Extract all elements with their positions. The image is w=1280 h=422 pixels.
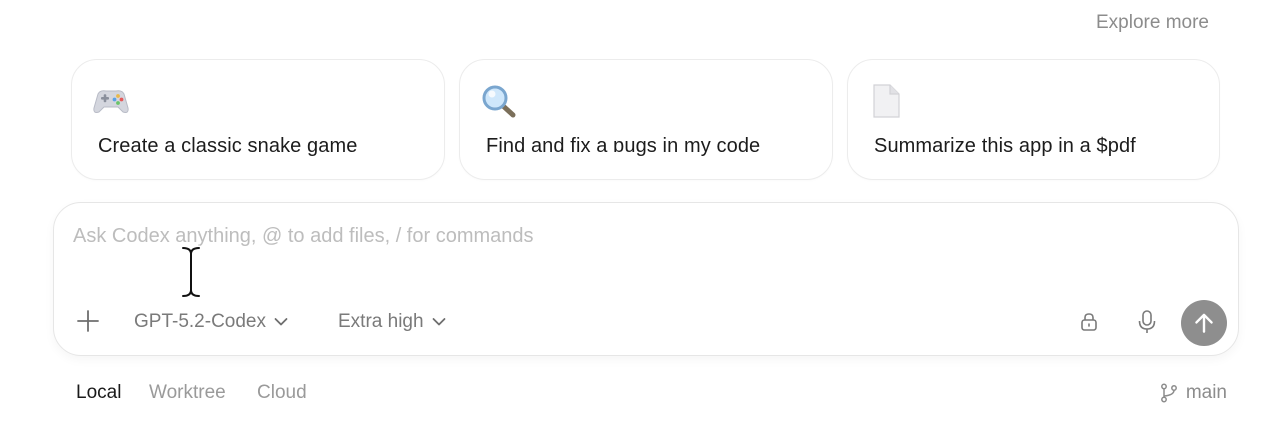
chevron-down-icon <box>274 318 288 326</box>
tab-worktree[interactable]: Worktree <box>149 382 226 404</box>
explore-more-link[interactable]: Explore more <box>1096 12 1209 34</box>
reasoning-effort-selector[interactable]: Extra high <box>338 310 446 334</box>
send-button[interactable] <box>1181 300 1227 346</box>
chevron-down-icon <box>432 318 445 326</box>
prompt-input[interactable] <box>73 225 1173 248</box>
suggestion-label: Summarize this app in a $pdf <box>874 135 1136 157</box>
plus-icon[interactable] <box>76 309 100 333</box>
prompt-composer: GPT-5.2-Codex Extra high <box>53 202 1239 356</box>
branch-name: main <box>1185 382 1227 403</box>
arrow-up-icon <box>1195 313 1213 333</box>
git-branch-icon <box>1160 383 1177 403</box>
model-selector-label: GPT-5.2-Codex <box>134 311 266 332</box>
codex-new-task-panel: Explore more Create a classic snake game <box>0 0 1280 422</box>
suggestion-card-snake-game[interactable]: Create a classic snake game <box>71 59 445 180</box>
magnifier-icon <box>480 84 518 118</box>
tab-cloud[interactable]: Cloud <box>257 382 307 404</box>
branch-selector[interactable]: main <box>1160 382 1227 404</box>
suggestion-label: Create a classic snake game <box>98 135 358 157</box>
suggestion-label: Find and fix a ɒugs in my code <box>486 135 761 157</box>
effort-selector-label: Extra high <box>338 311 424 332</box>
suggestion-card-fix-bugs[interactable]: Find and fix a ɒugs in my code <box>459 59 833 180</box>
lock-icon[interactable] <box>1078 311 1100 333</box>
model-selector[interactable]: GPT-5.2-Codex <box>134 310 288 334</box>
microphone-icon[interactable] <box>1136 309 1158 335</box>
document-icon <box>868 84 906 118</box>
suggestion-card-summarize-pdf[interactable]: Summarize this app in a $pdf <box>847 59 1220 180</box>
tab-local[interactable]: Local <box>76 382 121 404</box>
gamepad-icon <box>92 84 130 118</box>
